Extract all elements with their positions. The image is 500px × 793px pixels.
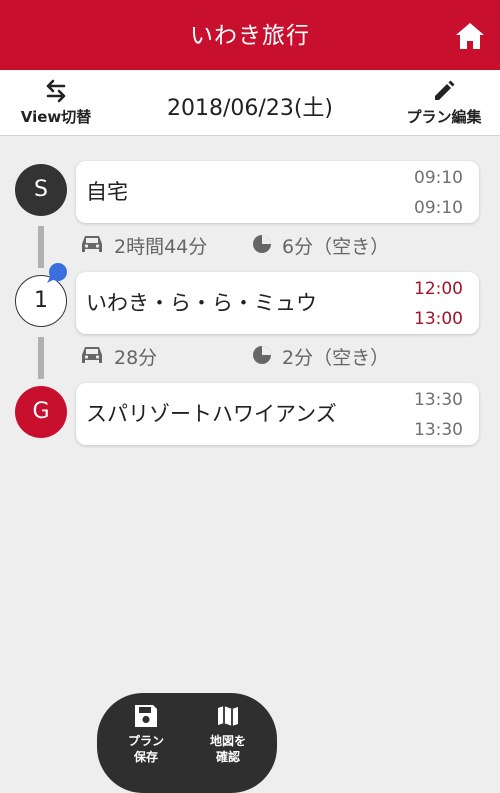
stop-card-waypoint[interactable]: いわき・ら・ら・ミュウ 12:00 13:00: [76, 272, 479, 334]
travel-leg: 28分 2分（空き）: [80, 341, 480, 371]
pie-chart-icon: [253, 235, 271, 253]
stop-card-goal[interactable]: スパリゾートハワイアンズ 13:30 13:30: [76, 383, 479, 445]
bottom-action-bar: プラン 保存 地図を 確認: [97, 693, 277, 793]
app-header: いわき旅行: [0, 0, 500, 70]
page-title: いわき旅行: [190, 23, 310, 49]
travel-duration: 2時間44分: [114, 236, 208, 258]
arrival-time: 13:30: [414, 390, 463, 410]
start-marker: S: [15, 164, 67, 216]
departure-time: 13:30: [414, 420, 463, 440]
idle-time: 6分（空き）: [282, 236, 390, 258]
car-icon: [82, 236, 102, 252]
car-icon: [82, 347, 102, 363]
view-map-button[interactable]: 地図を 確認: [193, 703, 263, 765]
edit-plan-button[interactable]: プラン編集: [402, 78, 486, 130]
edit-plan-label: プラン編集: [406, 108, 482, 126]
goal-marker: G: [15, 386, 67, 438]
home-button[interactable]: [454, 20, 486, 52]
arrival-time: 09:10: [414, 168, 463, 188]
view-map-label-line2: 確認: [215, 750, 240, 764]
swap-arrows-icon: [46, 79, 66, 103]
stop-card-start[interactable]: 自宅 09:10 09:10: [76, 161, 479, 223]
view-map-label-line1: 地図を: [209, 734, 246, 748]
pie-chart-icon: [253, 346, 271, 364]
timeline-connector: [38, 226, 44, 268]
trip-date: 2018/06/23(土): [167, 96, 333, 121]
idle-time: 2分（空き）: [282, 347, 390, 369]
stop-name: 自宅: [86, 180, 128, 204]
save-plan-label-line1: プラン: [127, 734, 164, 748]
view-toggle-button[interactable]: View切替: [18, 78, 94, 130]
map-icon: [218, 706, 238, 726]
timeline-connector: [38, 337, 44, 379]
save-plan-button[interactable]: プラン 保存: [111, 703, 181, 765]
departure-time: 13:00: [414, 309, 463, 329]
save-plan-label-line2: 保存: [133, 750, 158, 764]
stop-name: スパリゾートハワイアンズ: [86, 402, 337, 426]
arrival-time: 12:00: [414, 279, 463, 299]
view-toggle-label: View切替: [20, 108, 92, 126]
departure-time: 09:10: [414, 198, 463, 218]
pencil-icon: [435, 80, 455, 100]
travel-leg: 2時間44分 6分（空き）: [80, 230, 480, 260]
home-icon: [456, 23, 484, 49]
speech-bubble-icon: [47, 263, 67, 283]
toolbar: View切替 2018/06/23(土) プラン編集: [0, 70, 500, 136]
stop-name: いわき・ら・ら・ミュウ: [86, 291, 317, 315]
travel-duration: 28分: [114, 347, 158, 369]
floppy-disk-icon: [135, 705, 157, 727]
